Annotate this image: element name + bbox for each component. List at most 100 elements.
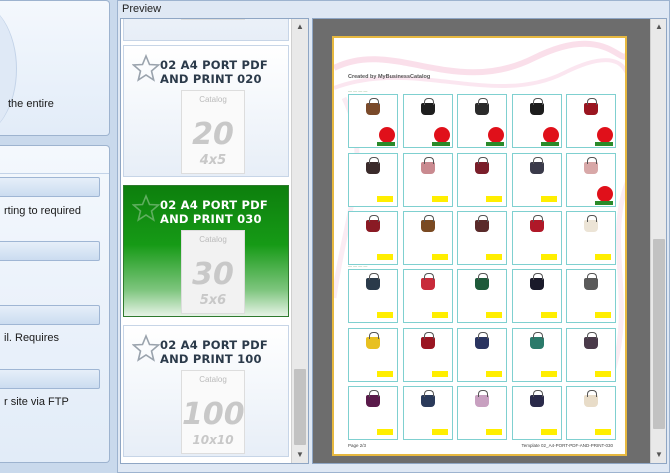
- product-cell: [457, 327, 507, 382]
- catalog-page: Created by MyBusinessCatalog — — — — — —…: [332, 36, 627, 456]
- product-cell: [511, 152, 562, 207]
- thumbnail-catalog-label: Catalog: [199, 235, 227, 244]
- thumbnail-grid-size: 5x6: [199, 293, 227, 308]
- page-preview-viewport: Created by MyBusinessCatalog — — — — — —…: [313, 19, 651, 463]
- thumbnail-catalog-label: Catalog: [199, 95, 227, 104]
- preview-title: Preview: [122, 3, 162, 15]
- price-tag: [431, 370, 448, 377]
- product-cell: [511, 269, 562, 323]
- product-cell: [402, 386, 453, 440]
- price-tag: [377, 312, 393, 318]
- product-cell: [402, 152, 453, 207]
- product-cell: [457, 386, 507, 440]
- product-cell: [511, 386, 562, 440]
- price-tag: [431, 195, 448, 202]
- product-cell: [457, 94, 507, 148]
- price-tag: [540, 195, 557, 202]
- template-item-030-selected[interactable]: 02 A4 PORT PDF AND PRINT 030 Catalog 30 …: [123, 185, 289, 317]
- product-cell: [402, 94, 453, 148]
- price-tag: [486, 312, 502, 318]
- left-panel: the entire rting to required il. Require…: [0, 0, 113, 473]
- left-info-text: the entire: [8, 98, 54, 110]
- product-cell: [566, 327, 616, 382]
- product-cell: [457, 152, 507, 207]
- thumbnail-grid-size: 4x5: [199, 153, 227, 168]
- left-option-text-3: r site via FTP: [4, 396, 69, 408]
- template-name: 02 A4 PORT PDF AND PRINT 100: [160, 338, 268, 366]
- preview-panel: Preview 02 A4 PORT PDF AND PRINT 020 Cat…: [117, 0, 670, 473]
- price-tag: [595, 312, 611, 318]
- template-list-scrollbar[interactable]: ▲ ▼: [291, 19, 308, 463]
- left-options-box: rting to required il. Requires r site vi…: [0, 145, 110, 463]
- chevron-down-icon[interactable]: ▼: [292, 447, 308, 463]
- sale-badge: [433, 127, 450, 143]
- thumbnail-catalog-label: Catalog: [199, 375, 227, 384]
- price-tag: [540, 429, 557, 435]
- template-list-viewport: 02 A4 PORT PDF AND PRINT 020 Catalog 20 …: [121, 19, 291, 463]
- product-cell: [566, 386, 616, 440]
- page-footer-right: Template 02_A4-PORT-PDF-AND-PRINT-030: [521, 443, 613, 448]
- template-item-100[interactable]: 02 A4 PORT PDF AND PRINT 100 Catalog 100…: [123, 325, 289, 457]
- product-cell: [511, 94, 562, 148]
- sale-badge: [542, 127, 559, 143]
- product-cell: [348, 152, 398, 207]
- star-outline-icon[interactable]: [132, 194, 160, 222]
- price-tag: [540, 254, 557, 260]
- template-item-partial[interactable]: [123, 19, 289, 41]
- left-option-button-3[interactable]: [0, 305, 100, 325]
- left-option-button-4[interactable]: [0, 369, 100, 389]
- product-cell: [566, 152, 616, 207]
- page-header: Created by MyBusinessCatalog: [348, 74, 431, 80]
- left-option-text-2: il. Requires: [4, 332, 60, 344]
- left-option-button-1[interactable]: [0, 177, 100, 197]
- product-cell: [457, 269, 507, 323]
- scrollbar-thumb[interactable]: [653, 239, 665, 429]
- left-option-text-1: rting to required: [4, 205, 82, 217]
- template-thumbnail: Catalog 30 5x6: [181, 230, 245, 314]
- chevron-down-icon[interactable]: ▼: [651, 447, 667, 463]
- product-cell: [566, 94, 616, 148]
- thumbnail-number: 100: [182, 397, 245, 432]
- product-cell: [402, 327, 453, 382]
- product-cell: [511, 327, 562, 382]
- product-cell: [402, 269, 453, 323]
- product-cell: [457, 211, 507, 265]
- page-preview-area: Created by MyBusinessCatalog — — — — — —…: [312, 18, 667, 464]
- price-tag: [377, 370, 393, 377]
- price-tag: [595, 370, 611, 377]
- template-name: 02 A4 PORT PDF AND PRINT 020: [160, 58, 268, 86]
- section-label: — — — —: [348, 88, 368, 93]
- price-tag: [431, 429, 448, 435]
- product-cell: [348, 94, 398, 148]
- template-item-020[interactable]: 02 A4 PORT PDF AND PRINT 020 Catalog 20 …: [123, 45, 289, 177]
- preview-scrollbar[interactable]: ▲ ▼: [650, 19, 666, 463]
- thumbnail-number: 20: [192, 117, 234, 152]
- left-options-header: [0, 146, 109, 174]
- page-footer-left: Page 2/3: [348, 443, 367, 448]
- left-option-button-2[interactable]: [0, 241, 100, 261]
- star-outline-icon[interactable]: [132, 54, 160, 82]
- product-grid-2: [348, 269, 616, 440]
- product-cell: [348, 386, 398, 440]
- template-thumbnail: Catalog 100 10x10: [181, 370, 245, 454]
- product-cell: [566, 211, 616, 265]
- price-tag: [595, 254, 611, 260]
- product-cell: [348, 269, 398, 323]
- sale-badge: [597, 185, 613, 202]
- thumbnail-grid-size: 10x10: [192, 433, 234, 447]
- decorative-wedge: [0, 1, 18, 137]
- scrollbar-thumb[interactable]: [294, 369, 306, 445]
- chevron-up-icon[interactable]: ▲: [651, 19, 667, 35]
- chevron-up-icon[interactable]: ▲: [292, 19, 308, 35]
- price-tag: [377, 429, 393, 435]
- product-cell: [348, 211, 398, 265]
- star-outline-icon[interactable]: [132, 334, 160, 362]
- price-tag: [486, 195, 502, 202]
- price-tag: [486, 429, 502, 435]
- section-label: — — — —: [348, 263, 368, 268]
- price-tag: [486, 370, 502, 377]
- product-cell: [402, 211, 453, 265]
- template-thumbnail: [181, 19, 245, 20]
- price-tag: [431, 312, 448, 318]
- price-tag: [540, 312, 557, 318]
